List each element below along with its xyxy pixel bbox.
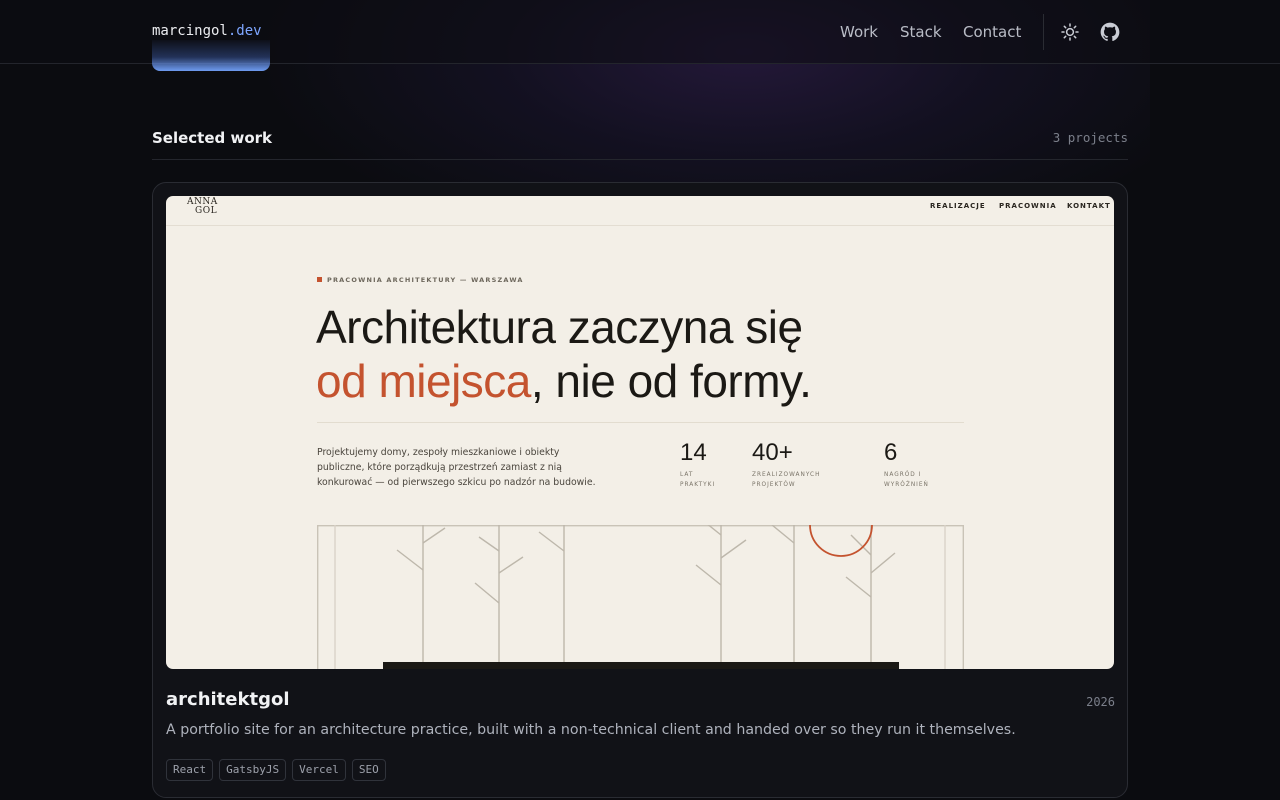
section-divider — [152, 159, 1128, 160]
tech-tag: Vercel — [292, 759, 346, 781]
theme-toggle-button[interactable] — [1060, 22, 1080, 42]
preview-description: Projektujemy domy, zespoły mieszkaniowe … — [317, 447, 596, 488]
preview-headline-accent: od miejsca — [316, 355, 531, 407]
github-icon — [1100, 22, 1120, 42]
tech-tag: SEO — [351, 759, 386, 781]
tech-tag-list: React GatsbyJS Vercel SEO — [166, 759, 386, 781]
tech-tag: GatsbyJS — [219, 759, 287, 781]
project-title[interactable]: architektgol — [166, 689, 290, 710]
nav-contact[interactable]: Contact — [963, 23, 1021, 41]
preview-nav-item: KONTAKT — [1067, 202, 1111, 210]
stat-value: 14 — [680, 439, 707, 466]
top-navbar: marcingol.dev Work Stack Contact — [0, 0, 1280, 71]
sun-icon — [1061, 23, 1079, 41]
stat-value: 6 — [884, 439, 898, 466]
preview-eyebrow-text: PRACOWNIA ARCHITEKTURY — WARSZAWA — [327, 276, 524, 284]
stat-label: NAGRÓD I WYRÓŻNIEŃ — [884, 472, 929, 488]
brand-tld: .dev — [227, 23, 262, 39]
project-preview-image[interactable]: ANNA GOL REALIZACJE PRACOWNIA KONTAKT PRA… — [166, 196, 1114, 669]
preview-nav-divider — [166, 225, 1114, 226]
preview-stat: 14 LAT PRAKTYKI — [680, 440, 720, 490]
preview-headline: Architektura zaczyna się od miejsca, nie… — [316, 300, 812, 408]
preview-headline-line1: Architektura zaczyna się — [316, 301, 803, 353]
preview-divider — [317, 422, 964, 423]
preview-logo-line2: GOL — [195, 206, 218, 216]
eyebrow-square-icon — [317, 277, 322, 282]
hero-button-peek[interactable] — [152, 40, 270, 71]
project-year: 2026 — [1086, 695, 1115, 709]
preview-nav-item: PRACOWNIA — [999, 202, 1057, 210]
stat-label: ZREALIZOWANYCH PROJEKTÓW — [752, 472, 821, 488]
brand-logo-link[interactable]: marcingol.dev — [152, 23, 262, 39]
section-title: Selected work — [152, 129, 273, 147]
nav-divider — [1043, 14, 1044, 50]
nav-stack[interactable]: Stack — [900, 23, 942, 41]
stat-label: LAT PRAKTYKI — [680, 472, 716, 488]
preview-nav-item: REALIZACJE — [930, 202, 986, 210]
preview-forest-illustration — [317, 525, 964, 669]
project-count: 3 projects — [1052, 130, 1128, 145]
github-link[interactable] — [1100, 22, 1120, 42]
preview-headline-rest: , nie od formy. — [530, 355, 812, 407]
project-card[interactable]: ANNA GOL REALIZACJE PRACOWNIA KONTAKT PRA… — [152, 182, 1128, 798]
preview-eyebrow: PRACOWNIA ARCHITEKTURY — WARSZAWA — [317, 276, 524, 284]
nav-work[interactable]: Work — [840, 23, 878, 41]
brand-name: marcingol — [152, 23, 228, 39]
preview-logo: ANNA GOL — [187, 198, 218, 216]
preview-stat: 40+ ZREALIZOWANYCH PROJEKTÓW — [752, 440, 832, 490]
preview-stat: 6 NAGRÓD I WYRÓŻNIEŃ — [884, 440, 934, 490]
stat-value: 40+ — [752, 439, 793, 466]
tech-tag: React — [166, 759, 214, 781]
project-description: A portfolio site for an architecture pra… — [166, 722, 1016, 738]
